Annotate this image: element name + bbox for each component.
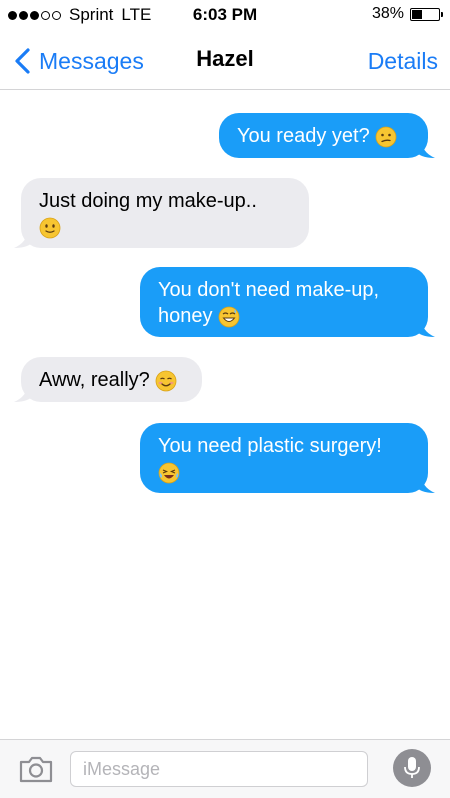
chevron-left-icon [15, 48, 30, 74]
status-right: 38% [371, 5, 443, 23]
message-text: You need plastic surgery! [158, 435, 382, 457]
microphone-button[interactable] [393, 749, 431, 787]
back-button[interactable]: Messages [10, 46, 144, 76]
message-input-bar [0, 739, 450, 798]
battery-icon [410, 7, 443, 21]
message-bubble-received[interactable]: Aww, really? [14, 357, 202, 402]
message-text: You ready yet? [237, 125, 370, 147]
message-bubble-sent[interactable]: You need plastic surgery! [140, 423, 435, 493]
message-text: Aww, really? [39, 369, 150, 391]
grinning-sweat-emoji [218, 306, 240, 328]
battery-percent: 38% [371, 5, 404, 22]
nav-bar: Messages Hazel Details [0, 30, 450, 90]
confused-face-emoji [375, 126, 397, 148]
message-bubble-sent[interactable]: You don't need make-up, honey [140, 267, 435, 337]
microphone-icon [404, 757, 420, 778]
message-text: Just doing my make-up.. [39, 190, 257, 212]
conversation-thread[interactable]: You ready yet? Just doing my make-up.. Y… [0, 91, 450, 739]
message-bubble-received[interactable]: Just doing my make-up.. [14, 178, 309, 248]
laughing-tears-emoji [158, 462, 180, 484]
message-bubble-sent[interactable]: You ready yet? [219, 113, 435, 158]
status-bar: Sprint LTE 6:03 PM 38% [0, 0, 450, 30]
imessage-input[interactable] [70, 751, 368, 787]
details-button[interactable]: Details [368, 48, 438, 75]
camera-icon[interactable] [18, 754, 54, 784]
blushing-smile-emoji [155, 370, 177, 392]
message-text: You don't need make-up, honey [158, 279, 380, 327]
slight-smile-emoji [39, 217, 61, 239]
back-label: Messages [39, 47, 144, 74]
